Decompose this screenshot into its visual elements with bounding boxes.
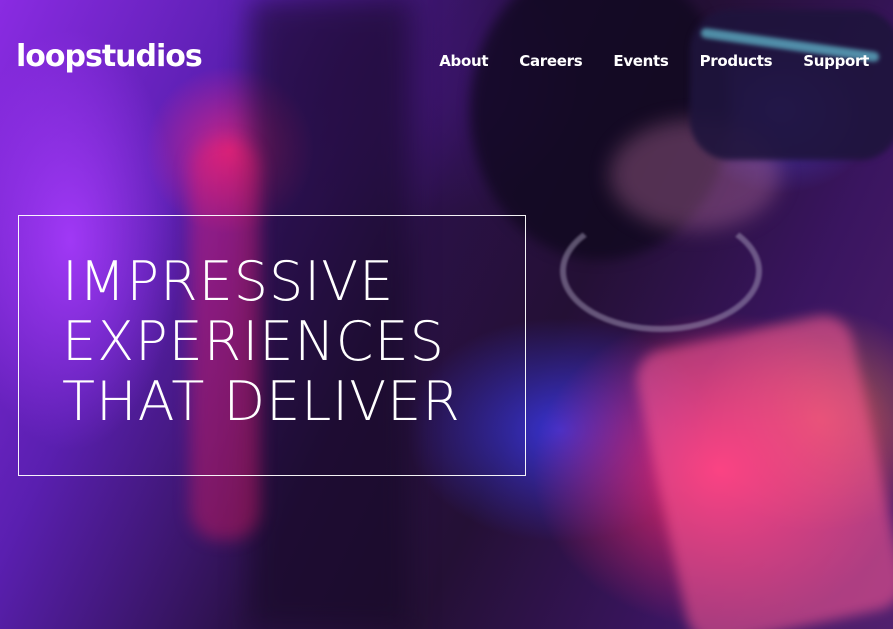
hero-image-necklace [560, 210, 762, 332]
hero-headline-box: IMPRESSIVE EXPERIENCES THAT DELIVER [18, 215, 526, 476]
nav-link-support[interactable]: Support [803, 52, 869, 70]
nav-link-events[interactable]: Events [613, 52, 668, 70]
hero-headline-line-1: IMPRESSIVE [62, 250, 395, 313]
hero-headline-line-2: EXPERIENCES [62, 310, 445, 373]
site-header: loopstudios About Careers Events Product… [0, 0, 893, 130]
nav-link-products[interactable]: Products [700, 52, 773, 70]
hero-headline-line-3: THAT DELIVER [62, 370, 461, 433]
site-logo[interactable]: loopstudios [16, 42, 203, 72]
nav-link-careers[interactable]: Careers [519, 52, 582, 70]
hero-image-shirt [631, 310, 893, 629]
hero-headline: IMPRESSIVE EXPERIENCES THAT DELIVER [62, 252, 461, 432]
main-nav: About Careers Events Products Support [439, 52, 869, 70]
nav-link-about[interactable]: About [439, 52, 488, 70]
